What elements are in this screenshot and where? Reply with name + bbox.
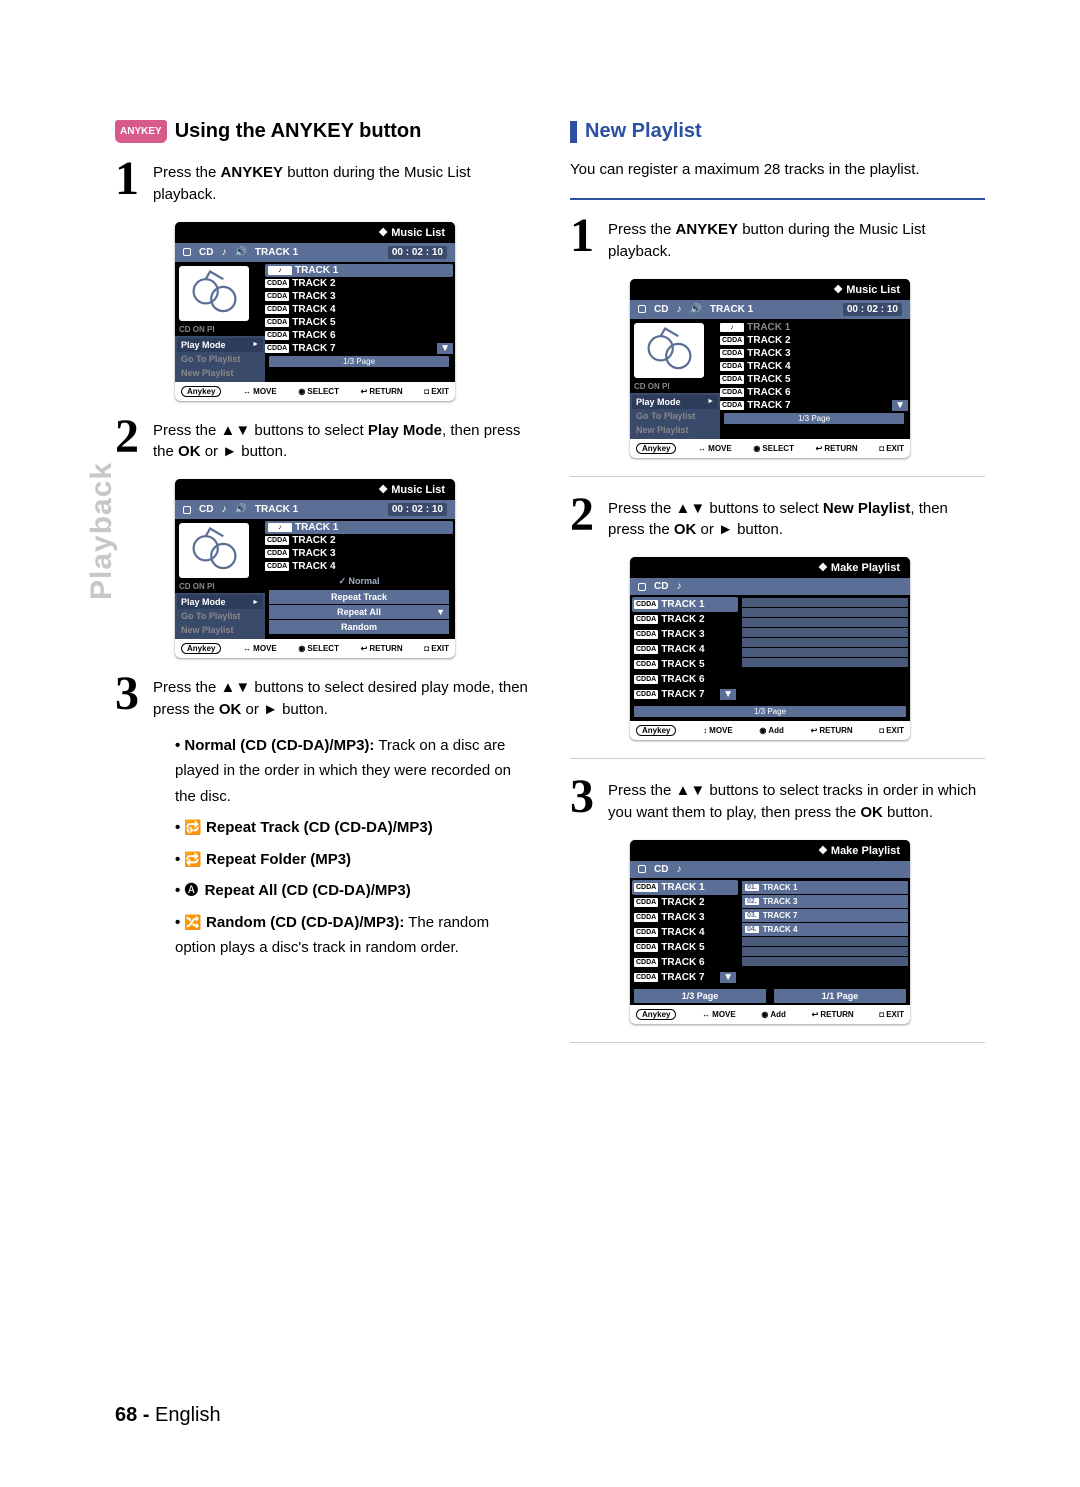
repeat-all-icon: 🅐: [184, 879, 200, 903]
left-column: ANYKEY Using the ANYKEY button 1 Press t…: [115, 120, 530, 1061]
selected-tracks: 01.TRACK 1 02.TRACK 3 03.TRACK 7 04.TRAC…: [740, 878, 910, 987]
left-step-2: 2 Press the ▲▼ buttons to select Play Mo…: [115, 417, 530, 464]
heading-anykey-text: Using the ANYKEY button: [175, 120, 422, 143]
heading-new-playlist: New Playlist: [570, 120, 985, 143]
menu-new-playlist[interactable]: New Playlist: [177, 623, 263, 637]
right-step-3: 3 Press the ▲▼ buttons to select tracks …: [570, 777, 985, 824]
opt-random[interactable]: Random: [269, 620, 449, 634]
step-number: 1: [115, 159, 139, 206]
intro-text: You can register a maximum 28 tracks in …: [570, 159, 985, 180]
left-step-3: 3 Press the ▲▼ buttons to select desired…: [115, 674, 530, 721]
osd-music-list-right-1: Music List CD♪🔊TRACK 100 : 02 : 10 CD ON…: [630, 279, 910, 458]
step-number: 3: [115, 674, 139, 721]
side-tab-playback: Playback: [85, 462, 119, 600]
osd-make-playlist-2: Make Playlist CD♪ CDDATRACK 1 CDDATRACK …: [630, 840, 910, 1024]
osd-title: Music List: [175, 222, 455, 243]
osd-make-playlist-1: Make Playlist CD♪ CDDATRACK 1 CDDATRACK …: [630, 557, 910, 740]
right-step-2: 2 Press the ▲▼ buttons to select New Pla…: [570, 495, 985, 542]
heading-bar-icon: [570, 121, 577, 143]
opt-normal[interactable]: ✓ Normal: [269, 574, 449, 589]
right-step-1: 1 Press the ANYKEY button during the Mus…: [570, 216, 985, 263]
step-number: 2: [115, 417, 139, 464]
menu-new-playlist[interactable]: New Playlist: [632, 423, 718, 437]
menu-play-mode[interactable]: Play Mode: [632, 395, 718, 409]
heading-anykey: ANYKEY Using the ANYKEY button: [115, 120, 530, 143]
osd-music-list-2: Music List CD♪🔊TRACK 100 : 02 : 10 CD ON…: [175, 479, 455, 658]
disc-label: CD ON Pl: [175, 325, 265, 336]
repeat-track-icon: 🔂: [184, 816, 201, 840]
menu-goto-playlist[interactable]: Go To Playlist: [632, 409, 718, 423]
menu-play-mode[interactable]: Play Mode: [177, 338, 263, 352]
left-step-1: 1 Press the ANYKEY button during the Mus…: [115, 159, 530, 206]
osd-footer: Anykey ↔ MOVE ◉ SELECT ↩ RETURN ◘ EXIT: [175, 382, 455, 401]
page-body: ANYKEY Using the ANYKEY button 1 Press t…: [0, 0, 1080, 1061]
divider: [570, 198, 985, 200]
right-column: New Playlist You can register a maximum …: [570, 120, 985, 1061]
step-text: Press the ▲▼ buttons to select desired p…: [153, 674, 530, 721]
repeat-folder-icon: 🔁: [184, 848, 201, 872]
menu-play-mode[interactable]: Play Mode: [177, 595, 263, 609]
album-art-icon: [179, 266, 249, 321]
menu-new-playlist[interactable]: New Playlist: [177, 366, 263, 380]
play-mode-options-list: Normal (CD (CD-DA)/MP3): Track on a disc…: [175, 733, 530, 961]
osd-header: CD♪🔊TRACK 1 00 : 02 : 10: [175, 243, 455, 262]
random-icon: 🔀: [184, 911, 201, 935]
heading-new-playlist-text: New Playlist: [585, 120, 702, 143]
opt-repeat-all[interactable]: Repeat All▼: [269, 605, 449, 619]
osd-music-list-1: Music List CD♪🔊TRACK 1 00 : 02 : 10 CD O…: [175, 222, 455, 401]
anykey-icon: ANYKEY: [115, 120, 167, 143]
step-text: Press the ANYKEY button during the Music…: [153, 159, 530, 206]
menu-goto-playlist[interactable]: Go To Playlist: [177, 352, 263, 366]
step-text: Press the ▲▼ buttons to select Play Mode…: [153, 417, 530, 464]
track-list: ♪TRACK 1 CDDATRACK 2 CDDATRACK 3 CDDATRA…: [265, 262, 455, 382]
opt-repeat-track[interactable]: Repeat Track: [269, 590, 449, 604]
menu-goto-playlist[interactable]: Go To Playlist: [177, 609, 263, 623]
page-footer: 68 - English: [115, 1404, 221, 1427]
